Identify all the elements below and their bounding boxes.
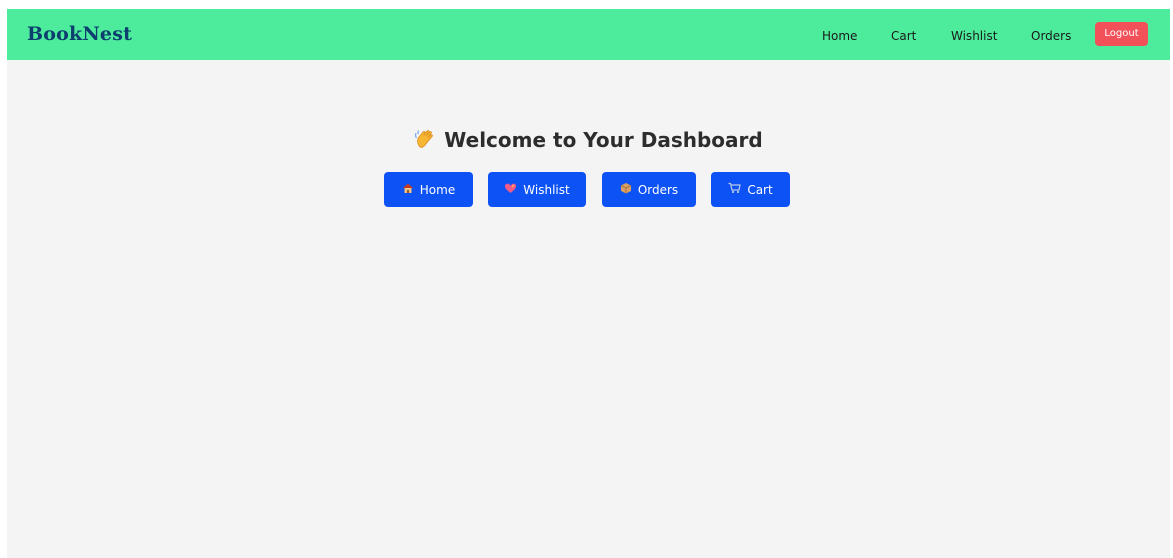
welcome-heading: Welcome to Your Dashboard — [7, 127, 1170, 154]
logout-button[interactable]: Logout — [1095, 22, 1148, 46]
wishlist-button[interactable]: Wishlist — [488, 172, 586, 207]
brand-logo[interactable]: BookNest — [27, 23, 132, 45]
home-button-label: Home — [419, 182, 456, 197]
package-icon — [620, 182, 632, 197]
cart-button[interactable]: Cart — [711, 172, 790, 207]
cart-icon — [728, 182, 742, 197]
nav-link-cart[interactable]: Cart — [891, 29, 916, 43]
nav-link-home[interactable]: Home — [822, 29, 857, 43]
waving-hand-icon — [414, 127, 436, 154]
nav-link-orders[interactable]: Orders — [1031, 29, 1071, 43]
house-icon — [402, 182, 414, 197]
orders-button[interactable]: Orders — [602, 172, 696, 207]
home-button[interactable]: Home — [384, 172, 473, 207]
cart-button-label: Cart — [747, 182, 773, 197]
wishlist-button-label: Wishlist — [523, 182, 570, 197]
welcome-text: Welcome to Your Dashboard — [444, 128, 763, 152]
nav-link-wishlist[interactable]: Wishlist — [951, 29, 997, 43]
heart-icon — [504, 182, 517, 197]
navbar: BookNest Home Cart Wishlist Orders Logou… — [7, 9, 1170, 60]
orders-button-label: Orders — [637, 182, 679, 197]
app-frame: BookNest Home Cart Wishlist Orders Logou… — [7, 9, 1170, 558]
